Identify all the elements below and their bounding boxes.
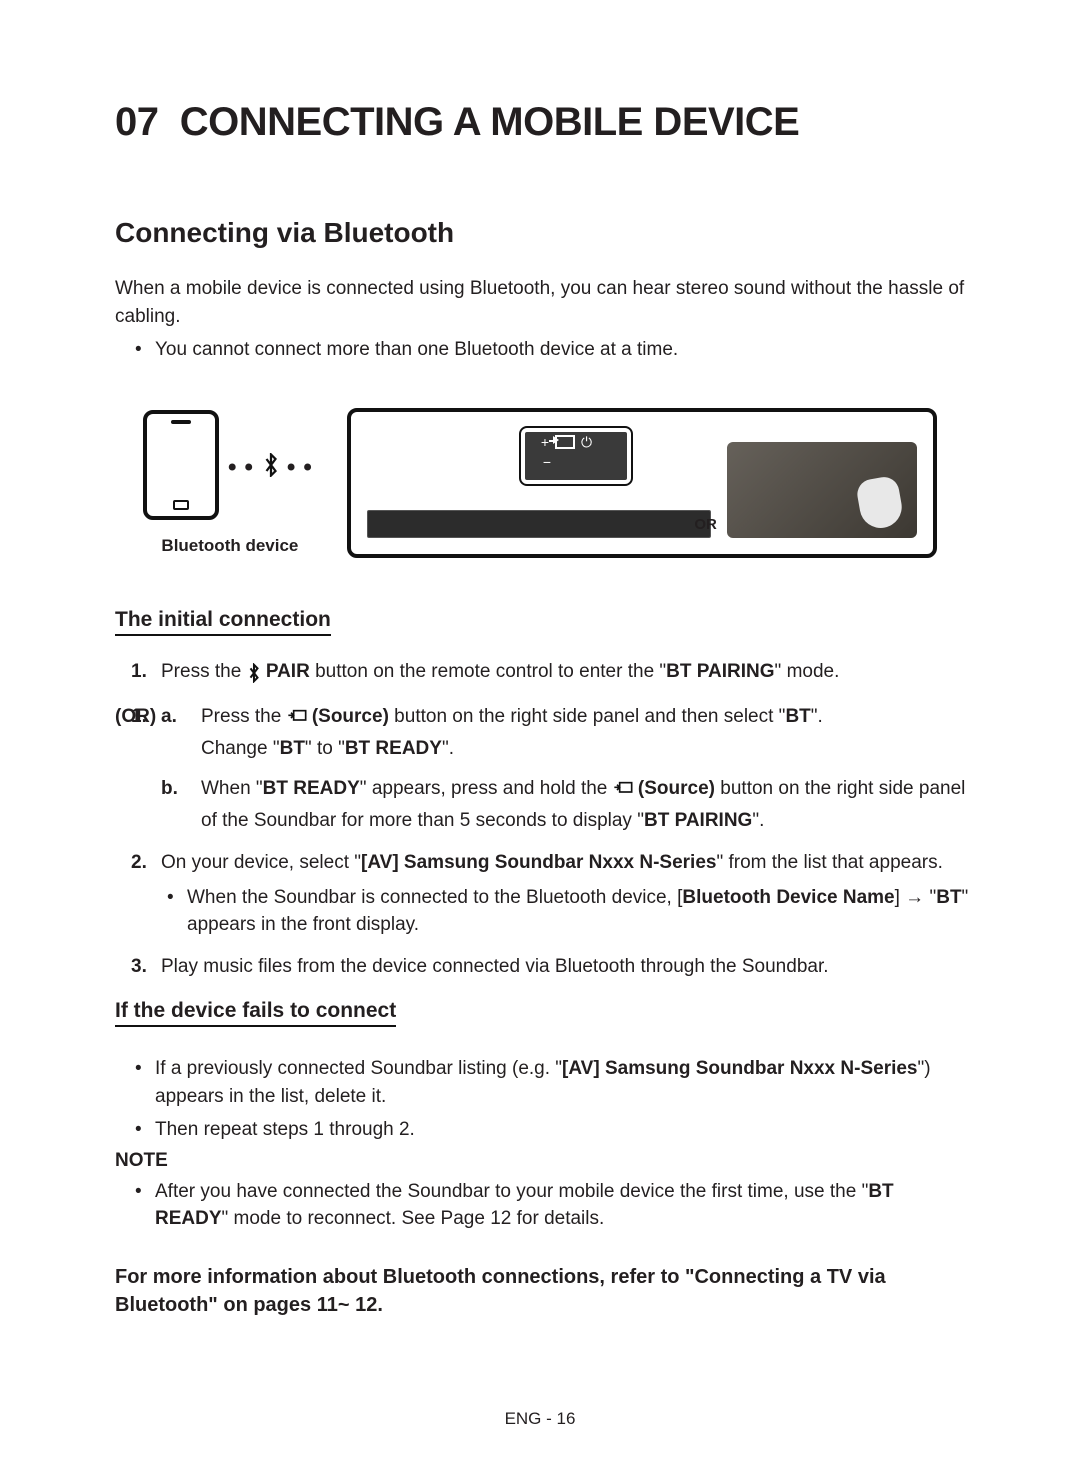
- fails-bullet-1: If a previously connected Soundbar listi…: [129, 1055, 970, 1110]
- or-label: OR: [694, 516, 717, 533]
- tv-button-row: + ⏻: [541, 434, 592, 451]
- step2-bullet: When the Soundbar is connected to the Bl…: [161, 884, 970, 939]
- source-icon: [555, 435, 575, 449]
- phone-icon: [143, 410, 219, 520]
- step-1: Press the PAIR button on the remote cont…: [115, 658, 970, 690]
- hand-press-image: [727, 442, 917, 538]
- fails-heading: If the device fails to connect: [115, 999, 396, 1027]
- chapter-number: 07: [115, 100, 159, 144]
- intro-text: When a mobile device is connected using …: [115, 275, 970, 330]
- step-3: Play music files from the device connect…: [115, 953, 970, 982]
- closing-text: For more information about Bluetooth con…: [115, 1263, 970, 1319]
- step-b: b. When "BT READY" appears, press and ho…: [115, 775, 970, 835]
- source-icon: [613, 778, 633, 807]
- chapter-title: 07 CONNECTING A MOBILE DEVICE: [115, 100, 970, 145]
- steps-list: Press the PAIR button on the remote cont…: [115, 658, 970, 982]
- intro-bullet-item: You cannot connect more than one Bluetoo…: [129, 336, 970, 364]
- step-2: On your device, select "[AV] Samsung Sou…: [115, 849, 970, 939]
- note-heading: NOTE: [115, 1150, 970, 1172]
- section-title: Connecting via Bluetooth: [115, 217, 970, 249]
- diagram: •• •• Bluetooth device + ⏻ − OR: [143, 408, 970, 558]
- page-footer: ENG - 16: [0, 1409, 1080, 1429]
- note-bullets: After you have connected the Soundbar to…: [129, 1178, 970, 1233]
- initial-connection-heading: The initial connection: [115, 608, 331, 636]
- fails-bullet-2: Then repeat steps 1 through 2.: [129, 1116, 970, 1144]
- source-icon: [287, 706, 307, 735]
- fails-bullets: If a previously connected Soundbar listi…: [129, 1055, 970, 1144]
- phone-block: •• •• Bluetooth device: [143, 410, 317, 556]
- bluetooth-dots: •• ••: [225, 453, 317, 483]
- plus-icon: +: [541, 434, 549, 450]
- bluetooth-icon: [247, 661, 261, 690]
- intro-bullets: You cannot connect more than one Bluetoo…: [129, 336, 970, 364]
- step2-bullets: When the Soundbar is connected to the Bl…: [161, 884, 970, 939]
- bluetooth-icon: [262, 453, 280, 483]
- step-or: (OR) a. Press the (Source) button on the…: [115, 703, 970, 835]
- chapter-name: CONNECTING A MOBILE DEVICE: [180, 100, 800, 144]
- device-label: Bluetooth device: [143, 536, 317, 556]
- step-a: a. Press the (Source) button on the righ…: [115, 703, 970, 763]
- soundbar-icon: [367, 510, 711, 538]
- note-bullet: After you have connected the Soundbar to…: [129, 1178, 970, 1233]
- soundbar-panel: + ⏻ − OR: [347, 408, 937, 558]
- minus-icon: −: [543, 454, 551, 470]
- power-icon: ⏻: [581, 434, 592, 451]
